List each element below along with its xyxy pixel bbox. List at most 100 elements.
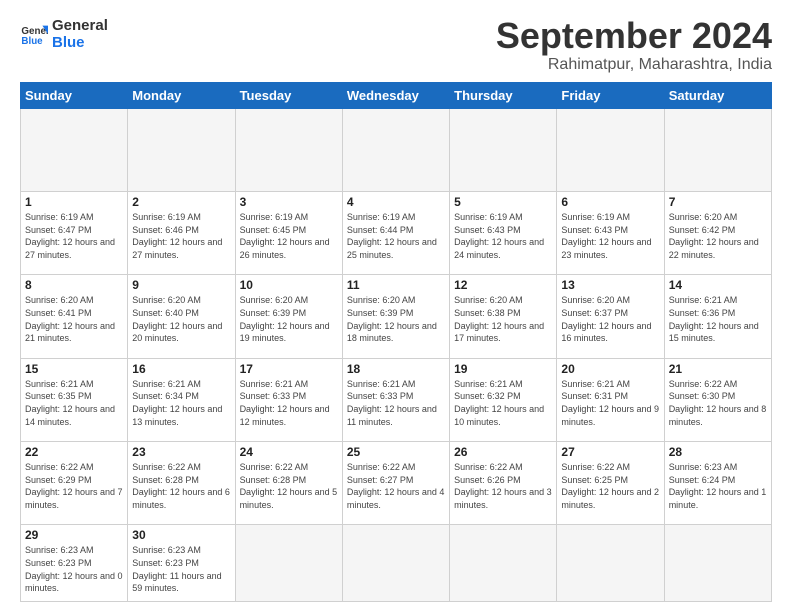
calendar-cell: 18 Sunrise: 6:21 AMSunset: 6:33 PMDayligh… xyxy=(342,358,449,441)
logo-icon: General Blue xyxy=(20,20,48,48)
calendar-cell xyxy=(235,108,342,191)
calendar-cell xyxy=(450,108,557,191)
calendar-cell: 11 Sunrise: 6:20 AMSunset: 6:39 PMDayligh… xyxy=(342,275,449,358)
day-info: Sunrise: 6:23 AMSunset: 6:23 PMDaylight:… xyxy=(25,544,123,594)
day-info: Sunrise: 6:20 AMSunset: 6:40 PMDaylight:… xyxy=(132,294,230,344)
day-info: Sunrise: 6:22 AMSunset: 6:29 PMDaylight:… xyxy=(25,461,123,511)
day-info: Sunrise: 6:22 AMSunset: 6:30 PMDaylight:… xyxy=(669,378,767,428)
calendar-table: SundayMondayTuesdayWednesdayThursdayFrid… xyxy=(20,82,772,602)
page-header: General Blue General Blue September 2024… xyxy=(20,16,772,74)
calendar-cell: 1 Sunrise: 6:19 AMSunset: 6:47 PMDaylight… xyxy=(21,191,128,274)
logo-blue: Blue xyxy=(52,35,108,52)
calendar-cell xyxy=(128,108,235,191)
calendar-cell: 26 Sunrise: 6:22 AMSunset: 6:26 PMDayligh… xyxy=(450,442,557,525)
day-info: Sunrise: 6:21 AMSunset: 6:35 PMDaylight:… xyxy=(25,378,123,428)
day-of-week-header: Wednesday xyxy=(342,82,449,108)
calendar-cell: 24 Sunrise: 6:22 AMSunset: 6:28 PMDayligh… xyxy=(235,442,342,525)
calendar-cell: 17Sunrise: 6:21 AMSunset: 6:33 PMDayligh… xyxy=(235,358,342,441)
day-info: Sunrise: 6:22 AMSunset: 6:27 PMDaylight:… xyxy=(347,461,445,511)
calendar-cell xyxy=(342,108,449,191)
day-info: Sunrise: 6:19 AMSunset: 6:43 PMDaylight:… xyxy=(454,211,552,261)
calendar-cell: 22 Sunrise: 6:22 AMSunset: 6:29 PMDayligh… xyxy=(21,442,128,525)
day-number: 20 xyxy=(561,362,659,376)
day-number: 15 xyxy=(25,362,123,376)
day-info: Sunrise: 6:20 AMSunset: 6:37 PMDaylight:… xyxy=(561,294,659,344)
day-info: Sunrise: 6:22 AMSunset: 6:25 PMDaylight:… xyxy=(561,461,659,511)
day-number: 2 xyxy=(132,195,230,209)
month-title: September 2024 xyxy=(496,16,772,56)
calendar-cell: 10 Sunrise: 6:20 AMSunset: 6:39 PMDayligh… xyxy=(235,275,342,358)
calendar-cell: 20 Sunrise: 6:21 AMSunset: 6:31 PMDayligh… xyxy=(557,358,664,441)
calendar-cell: 27 Sunrise: 6:22 AMSunset: 6:25 PMDayligh… xyxy=(557,442,664,525)
day-number: 11 xyxy=(347,278,445,292)
day-number: 23 xyxy=(132,445,230,459)
logo-general: General xyxy=(52,18,108,35)
day-info: Sunrise: 6:19 AMSunset: 6:43 PMDaylight:… xyxy=(561,211,659,261)
day-info: Sunrise: 6:20 AMSunset: 6:39 PMDaylight:… xyxy=(347,294,445,344)
calendar-cell: 29 Sunrise: 6:23 AMSunset: 6:23 PMDayligh… xyxy=(21,525,128,602)
day-number: 25 xyxy=(347,445,445,459)
day-info: Sunrise: 6:22 AMSunset: 6:28 PMDaylight:… xyxy=(132,461,230,511)
calendar-cell xyxy=(235,525,342,602)
calendar-cell: 14 Sunrise: 6:21 AMSunset: 6:36 PMDayligh… xyxy=(664,275,771,358)
day-number: 26 xyxy=(454,445,552,459)
logo: General Blue General Blue xyxy=(20,16,108,51)
day-of-week-header: Sunday xyxy=(21,82,128,108)
day-info: Sunrise: 6:20 AMSunset: 6:39 PMDaylight:… xyxy=(240,294,338,344)
day-number: 14 xyxy=(669,278,767,292)
day-number: 13 xyxy=(561,278,659,292)
day-number: 29 xyxy=(25,528,123,542)
calendar-cell: 12Sunrise: 6:20 AMSunset: 6:38 PMDayligh… xyxy=(450,275,557,358)
day-number: 24 xyxy=(240,445,338,459)
day-info: Sunrise: 6:19 AMSunset: 6:46 PMDaylight:… xyxy=(132,211,230,261)
calendar-cell: 30 Sunrise: 6:23 AMSunset: 6:23 PMDayligh… xyxy=(128,525,235,602)
calendar-cell: 9 Sunrise: 6:20 AMSunset: 6:40 PMDaylight… xyxy=(128,275,235,358)
day-of-week-header: Monday xyxy=(128,82,235,108)
day-of-week-header: Tuesday xyxy=(235,82,342,108)
calendar-cell xyxy=(342,525,449,602)
day-number: 28 xyxy=(669,445,767,459)
day-number: 7 xyxy=(669,195,767,209)
title-block: September 2024 Rahimatpur, Maharashtra, … xyxy=(496,16,772,74)
day-info: Sunrise: 6:22 AMSunset: 6:26 PMDaylight:… xyxy=(454,461,552,511)
calendar-cell xyxy=(21,108,128,191)
calendar-cell: 16Sunrise: 6:21 AMSunset: 6:34 PMDayligh… xyxy=(128,358,235,441)
day-of-week-header: Saturday xyxy=(664,82,771,108)
day-number: 30 xyxy=(132,528,230,542)
day-info: Sunrise: 6:19 AMSunset: 6:47 PMDaylight:… xyxy=(25,211,123,261)
day-number: 6 xyxy=(561,195,659,209)
calendar-cell xyxy=(557,108,664,191)
day-number: 1 xyxy=(25,195,123,209)
day-number: 18 xyxy=(347,362,445,376)
day-info: Sunrise: 6:22 AMSunset: 6:28 PMDaylight:… xyxy=(240,461,338,511)
location-title: Rahimatpur, Maharashtra, India xyxy=(496,56,772,74)
calendar-cell: 2 Sunrise: 6:19 AMSunset: 6:46 PMDaylight… xyxy=(128,191,235,274)
day-number: 22 xyxy=(25,445,123,459)
day-number: 5 xyxy=(454,195,552,209)
calendar-cell: 28Sunrise: 6:23 AMSunset: 6:24 PMDayligh… xyxy=(664,442,771,525)
day-number: 8 xyxy=(25,278,123,292)
day-number: 9 xyxy=(132,278,230,292)
day-number: 10 xyxy=(240,278,338,292)
day-info: Sunrise: 6:20 AMSunset: 6:41 PMDaylight:… xyxy=(25,294,123,344)
day-number: 27 xyxy=(561,445,659,459)
day-info: Sunrise: 6:19 AMSunset: 6:45 PMDaylight:… xyxy=(240,211,338,261)
calendar-cell: 15 Sunrise: 6:21 AMSunset: 6:35 PMDayligh… xyxy=(21,358,128,441)
calendar-cell: 21Sunrise: 6:22 AMSunset: 6:30 PMDayligh… xyxy=(664,358,771,441)
day-info: Sunrise: 6:21 AMSunset: 6:36 PMDaylight:… xyxy=(669,294,767,344)
calendar-cell xyxy=(664,525,771,602)
calendar-cell xyxy=(450,525,557,602)
day-info: Sunrise: 6:21 AMSunset: 6:34 PMDaylight:… xyxy=(132,378,230,428)
day-info: Sunrise: 6:20 AMSunset: 6:42 PMDaylight:… xyxy=(669,211,767,261)
calendar-cell: 13 Sunrise: 6:20 AMSunset: 6:37 PMDayligh… xyxy=(557,275,664,358)
calendar-cell: 4Sunrise: 6:19 AMSunset: 6:44 PMDaylight… xyxy=(342,191,449,274)
day-info: Sunrise: 6:21 AMSunset: 6:33 PMDaylight:… xyxy=(347,378,445,428)
day-info: Sunrise: 6:21 AMSunset: 6:33 PMDaylight:… xyxy=(240,378,338,428)
day-info: Sunrise: 6:21 AMSunset: 6:31 PMDaylight:… xyxy=(561,378,659,428)
calendar-cell: 19Sunrise: 6:21 AMSunset: 6:32 PMDayligh… xyxy=(450,358,557,441)
calendar-cell: 5 Sunrise: 6:19 AMSunset: 6:43 PMDaylight… xyxy=(450,191,557,274)
day-info: Sunrise: 6:23 AMSunset: 6:23 PMDaylight:… xyxy=(132,544,230,594)
day-info: Sunrise: 6:21 AMSunset: 6:32 PMDaylight:… xyxy=(454,378,552,428)
calendar-cell xyxy=(557,525,664,602)
day-number: 3 xyxy=(240,195,338,209)
